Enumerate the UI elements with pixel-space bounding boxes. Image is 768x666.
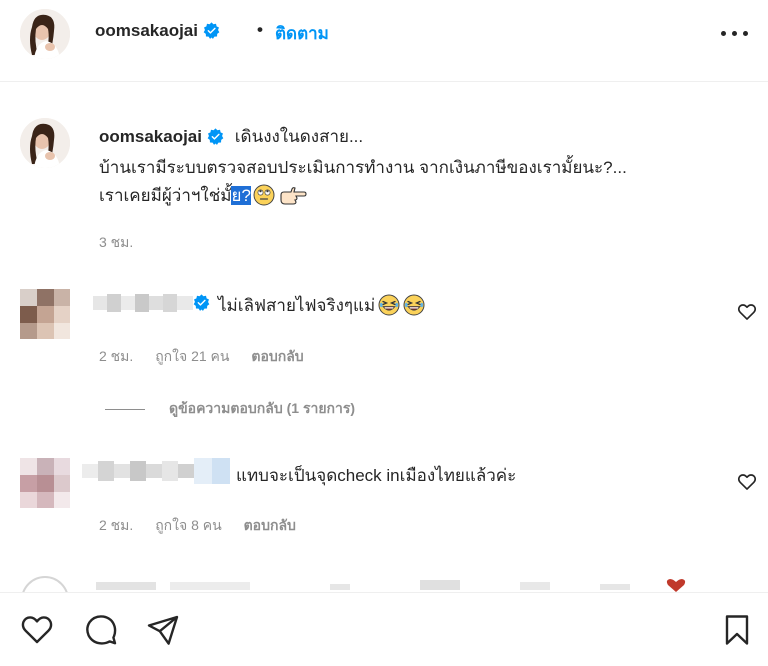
verified-badge-icon	[207, 128, 224, 145]
commenter-avatar-blurred[interactable]	[20, 289, 70, 339]
commenter-username-blurred[interactable]	[93, 290, 193, 316]
caption-line3-text: เราเคยมีผู้ว่าฯใช่มั้	[99, 186, 232, 205]
comment-timestamp[interactable]: 2 ชม.	[99, 517, 133, 533]
heart-outline-icon[interactable]	[737, 302, 757, 322]
post-action-bar	[0, 592, 768, 666]
comment-text-content: ไม่เลิฟสายไฟจริงๆแม่	[218, 296, 376, 315]
profile-avatar[interactable]	[20, 9, 70, 59]
comment-timestamp[interactable]: 2 ชม.	[99, 348, 133, 364]
header-separator: •	[257, 20, 263, 39]
comment-bubble-icon[interactable]	[84, 613, 118, 647]
comment-like-count[interactable]: ถูกใจ 8 คน	[155, 517, 222, 533]
rolling-eyes-emoji-icon	[253, 184, 275, 206]
laughing-emoji-icon	[403, 294, 425, 316]
comment-like-count[interactable]: ถูกใจ 21 คน	[155, 348, 229, 364]
caption-avatar[interactable]	[20, 118, 70, 168]
replies-divider	[105, 408, 145, 410]
selected-text: ย?	[231, 186, 251, 205]
comment-text: ไม่เลิฟสายไฟจริงๆแม่	[218, 292, 425, 319]
bookmark-icon[interactable]	[720, 613, 754, 647]
post-header: oomsakaojai • ติดตาม	[0, 0, 768, 82]
commenter-avatar-blurred[interactable]	[20, 458, 70, 508]
comment-text: แทบจะเป็นจุดcheck inเมืองไทยแล้วค่ะ	[236, 466, 517, 485]
reply-button[interactable]: ตอบกลับ	[244, 517, 296, 533]
heart-outline-icon[interactable]	[737, 472, 757, 492]
caption-text-line2: บ้านเรามีระบบตรวจสอบประเมินการทำงาน จากเ…	[99, 158, 627, 177]
heart-outline-icon[interactable]	[20, 613, 54, 647]
caption-text-line1: เดินงงในดงสาย...	[234, 127, 364, 146]
reply-button[interactable]: ตอบกลับ	[251, 348, 303, 364]
pointing-hand-emoji-icon	[279, 186, 307, 206]
commenter-username-blurred[interactable]	[82, 456, 230, 486]
laughing-emoji-icon	[378, 294, 400, 316]
comment-meta: 2 ชม. ถูกใจ 8 คน ตอบกลับ	[99, 515, 314, 537]
view-replies-label: ดูข้อความตอบกลับ (1 รายการ)	[169, 400, 356, 416]
verified-badge-icon	[203, 22, 220, 39]
view-replies-button[interactable]: ดูข้อความตอบกลับ (1 รายการ)	[105, 398, 355, 420]
caption-username[interactable]: oomsakaojai	[99, 127, 202, 146]
caption-text-line3: เราเคยมีผู้ว่าฯใช่มั้ย?	[99, 182, 307, 209]
comment-meta: 2 ชม. ถูกใจ 21 คน ตอบกลับ	[99, 346, 322, 368]
verified-badge-icon	[193, 294, 210, 311]
paper-plane-icon[interactable]	[146, 613, 180, 647]
more-horizontal-icon[interactable]	[718, 19, 752, 47]
caption-timestamp[interactable]: 3 ชม.	[99, 232, 133, 254]
header-username[interactable]: oomsakaojai	[95, 21, 220, 41]
caption-first-line: oomsakaojai เดินงงในดงสาย...	[99, 123, 363, 150]
partial-comment-row	[0, 570, 768, 592]
follow-button[interactable]: ติดตาม	[275, 20, 329, 47]
